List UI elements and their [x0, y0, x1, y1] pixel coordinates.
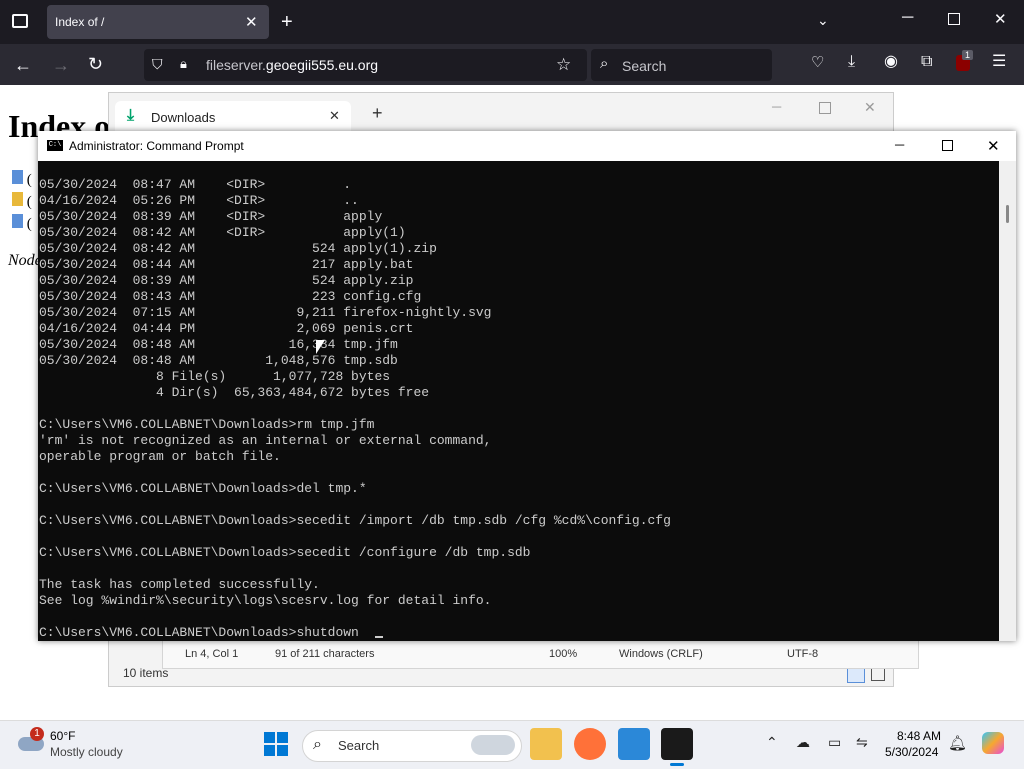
weather-description: Mostly cloudy [50, 745, 123, 759]
list-all-tabs-icon[interactable]: ⌄ [817, 13, 829, 27]
show-hidden-icons-icon[interactable]: ⌃ [766, 734, 778, 751]
windows-logo-icon [277, 745, 288, 756]
reload-icon[interactable]: ↻ [88, 55, 103, 73]
menu-icon[interactable]: ☰ [992, 54, 1006, 70]
cursor-position: Ln 4, Col 1 [185, 648, 239, 660]
scrollbar-thumb[interactable] [1006, 205, 1009, 223]
url-text[interactable]: fileserver.geoegii555.eu.org [206, 57, 378, 73]
weather-temperature: 60°F [50, 729, 76, 743]
maximize-icon[interactable] [942, 140, 953, 151]
url-prefix: fileserver. [206, 57, 266, 73]
notepad-status-bar: Ln 4, Col 1 91 of 211 characters 100% Wi… [162, 640, 919, 669]
encoding[interactable]: UTF-8 [787, 648, 818, 660]
new-tab-icon[interactable]: + [372, 103, 383, 124]
taskbar-time[interactable]: 8:48 AM [897, 729, 941, 743]
cmd-title-bar[interactable]: C:\ Administrator: Command Prompt ─ ✕ [38, 131, 1016, 161]
weather-badge: 1 [30, 727, 44, 741]
taskbar-search[interactable]: ⌕ Search [302, 730, 522, 762]
extensions-icon[interactable]: ⧉ [921, 54, 932, 70]
close-tab-icon[interactable]: ✕ [329, 108, 340, 124]
onedrive-offline-icon[interactable]: ☁ [796, 734, 810, 751]
explorer-tab-title: Downloads [151, 110, 216, 125]
close-window-icon[interactable]: ✕ [994, 12, 1007, 27]
explorer-tab[interactable]: ⤓ Downloads ✕ [115, 101, 351, 133]
maximize-icon[interactable] [819, 102, 831, 114]
command-prompt-window: C:\ Administrator: Command Prompt ─ ✕ 05… [38, 131, 1016, 641]
windows-logo-icon [264, 732, 275, 743]
character-count: 91 of 211 characters [275, 648, 375, 660]
browser-tab-bar: Index of / ✕ + ⌄ ─ ✕ [0, 0, 1024, 44]
new-tab-icon[interactable]: + [281, 12, 293, 32]
search-highlight-image [471, 735, 515, 755]
file-icon [12, 214, 23, 228]
notepad-icon[interactable] [618, 728, 650, 760]
list-item-text: ( [26, 216, 32, 232]
cmd-console[interactable]: 05/30/2024 08:47 AM <DIR> . 04/16/2024 0… [38, 161, 999, 641]
taskbar-search-placeholder: Search [338, 738, 380, 753]
forward-icon[interactable]: → [52, 56, 70, 74]
firefox-icon[interactable] [574, 728, 606, 760]
zip-icon [12, 192, 23, 206]
copilot-icon[interactable] [982, 732, 1004, 754]
minimize-icon[interactable]: ─ [895, 137, 904, 152]
back-icon[interactable]: ← [14, 56, 32, 74]
taskbar-date[interactable]: 5/30/2024 [885, 745, 938, 759]
console-scrollbar[interactable] [999, 161, 1016, 641]
pocket-icon[interactable]: ♡ [811, 55, 824, 70]
file-list: ( ( ( [12, 170, 32, 236]
zoom-level[interactable]: 100% [549, 648, 577, 660]
search-icon: ⌕ [313, 736, 322, 753]
cmd-app-icon: C:\ [47, 140, 63, 151]
page-footer: Node [8, 252, 42, 269]
active-app-indicator [670, 763, 684, 766]
start-button[interactable] [264, 732, 288, 756]
line-ending[interactable]: Windows (CRLF) [619, 648, 703, 660]
tab-title: Index of / [55, 15, 105, 29]
bookmark-star-icon[interactable]: ☆ [556, 56, 571, 73]
text-cursor [375, 636, 383, 638]
network-icon[interactable]: ⇋ [856, 734, 868, 751]
tab-manager-icon[interactable] [12, 14, 28, 28]
close-window-icon[interactable]: ✕ [987, 137, 1000, 155]
tiles-view-icon[interactable] [871, 667, 885, 681]
account-icon[interactable]: ◉ [884, 54, 898, 70]
windows-logo-icon [264, 745, 275, 756]
url-bar[interactable]: ⛉ 🔒︎ fileserver.geoegii555.eu.org ☆ [144, 49, 587, 81]
minimize-icon[interactable]: ─ [902, 10, 913, 26]
close-window-icon[interactable]: ✕ [864, 99, 876, 116]
list-item-text: ( [26, 194, 32, 210]
notifications-bell-icon[interactable]: 🔔︎ [948, 734, 967, 752]
command-prompt-icon[interactable] [661, 728, 693, 760]
cmd-title: Administrator: Command Prompt [69, 139, 244, 153]
downloads-icon[interactable]: ⤓ [848, 54, 855, 70]
console-output[interactable]: 05/30/2024 08:47 AM <DIR> . 04/16/2024 0… [39, 177, 671, 641]
display-icon[interactable]: ▭ [828, 734, 841, 751]
download-arrow-icon: ⤓ [127, 107, 135, 124]
list-item[interactable]: ( [12, 214, 32, 236]
list-item[interactable]: ( [12, 170, 32, 192]
restore-icon[interactable] [948, 13, 960, 25]
details-view-icon[interactable] [847, 667, 865, 683]
list-item-text: ( [26, 172, 32, 188]
file-icon [12, 170, 23, 184]
lock-icon[interactable]: 🔒︎ [180, 57, 187, 70]
extension-badge: 1 [962, 50, 974, 60]
url-domain: geoegii555.eu.org [265, 57, 379, 73]
search-icon: ⌕ [600, 55, 609, 72]
list-item[interactable]: ( [12, 192, 32, 214]
browser-nav-bar: ← → ↻ ⛉ 🔒︎ fileserver.geoegii555.eu.org … [0, 44, 1024, 85]
minimize-icon[interactable]: ─ [772, 99, 781, 114]
weather-widget[interactable]: 1 60°F Mostly cloudy [16, 727, 136, 763]
close-tab-icon[interactable]: ✕ [245, 13, 258, 31]
search-bar[interactable]: ⌕ Search [591, 49, 772, 81]
windows-logo-icon [277, 732, 288, 743]
browser-tab-active[interactable]: Index of / ✕ [47, 5, 269, 39]
search-placeholder[interactable]: Search [622, 58, 666, 74]
tracking-shield-icon[interactable]: ⛉ [152, 57, 163, 71]
file-explorer-icon[interactable] [530, 728, 562, 760]
mouse-pointer-icon [316, 340, 325, 354]
